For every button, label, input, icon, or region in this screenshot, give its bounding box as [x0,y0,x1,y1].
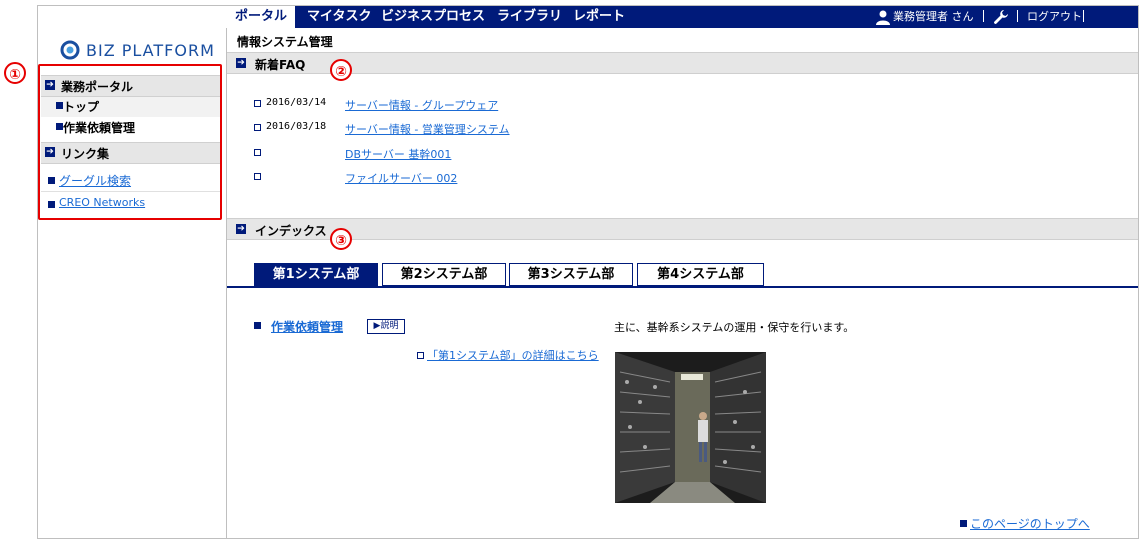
faq-link[interactable]: ファイルサーバー 002 [345,170,457,186]
back-to-top-link[interactable]: このページのトップへ [970,515,1090,532]
square-bullet-icon [254,173,261,180]
square-bullet-icon [254,322,261,329]
section-header-label: 新着FAQ [255,58,306,72]
user-name: 業務管理者 さん [893,10,974,23]
tab-system-dept-3[interactable]: 第3システム部 [509,263,633,286]
faq-link[interactable]: サーバー情報 - グループウェア [345,97,498,113]
nav-tab-portal[interactable]: ポータル [227,6,295,28]
wrench-icon[interactable] [993,9,1009,25]
sidebar-divider [226,28,227,538]
square-bullet-icon [960,520,967,527]
square-bullet-icon [254,100,261,107]
faq-date: 2016/03/18 [266,121,327,132]
annotation-number-1: ① [4,62,26,84]
section-header-index: ➔ インデックス [227,218,1138,240]
nav-tab-business-process[interactable]: ビジネスプロセス [381,6,485,28]
tab-system-dept-1[interactable]: 第1システム部 [254,263,378,286]
section-header-faq: ➔ 新着FAQ [227,52,1138,74]
server-room-photo [615,352,766,503]
explain-button[interactable]: ▶説明 [367,319,405,334]
detail-link[interactable]: 「第1システム部」の詳細はこちら [427,347,599,363]
logo[interactable]: BIZ PLATFORM [60,38,215,62]
faq-date: 2016/03/14 [266,97,327,108]
nav-separator [1017,10,1018,22]
nav-separator [1083,10,1084,22]
faq-link[interactable]: DBサーバー 基幹001 [345,146,451,162]
tab-system-dept-2[interactable]: 第2システム部 [382,263,506,286]
logo-icon [60,40,80,60]
nav-tab-report[interactable]: レポート [573,6,625,28]
tabs-underline [227,286,1138,288]
faq-link[interactable]: サーバー情報 - 営業管理システム [345,121,510,137]
annotation-number-2: ② [330,59,352,81]
annotation-box-1 [38,64,222,220]
arrow-right-icon: ➔ [236,58,246,68]
logo-text: BIZ PLATFORM [86,40,215,60]
logout-link[interactable]: ログアウト [1027,6,1082,28]
square-bullet-icon [254,124,261,131]
nav-separator [983,10,984,22]
arrow-right-icon: ➔ [236,224,246,234]
task-request-link[interactable]: 作業依頼管理 [271,318,343,335]
section-header-label: インデックス [255,224,327,238]
square-bullet-icon [417,352,424,359]
square-bullet-icon [254,149,261,156]
top-nav: ポータル マイタスク ビジネスプロセス ライブラリ レポート 業務管理者 さん … [227,6,1138,28]
nav-tab-library[interactable]: ライブラリ [497,6,562,28]
nav-tab-mytask[interactable]: マイタスク [307,6,371,28]
annotation-number-3: ③ [330,228,352,250]
page-title: 情報システム管理 [237,35,333,49]
user-icon [876,10,890,25]
dept-description: 主に、基幹系システムの運用・保守を行います。 [614,321,855,334]
tab-system-dept-4[interactable]: 第4システム部 [637,263,764,286]
